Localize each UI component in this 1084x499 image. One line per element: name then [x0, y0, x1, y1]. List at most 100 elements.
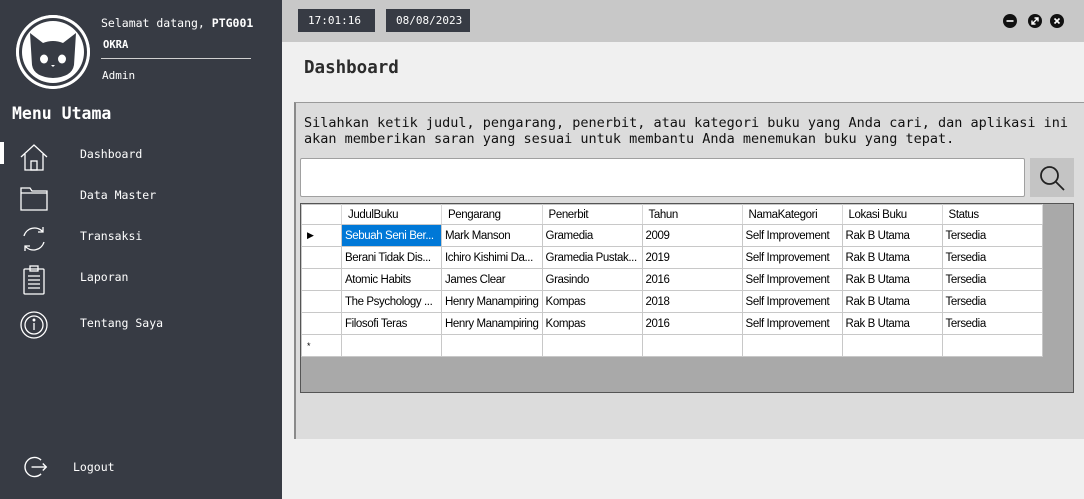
table-cell[interactable] [341, 334, 442, 357]
column-header[interactable]: Penerbit [541, 204, 643, 225]
table-cell[interactable]: Grasindo [541, 268, 643, 291]
table-cell[interactable]: Henry Manampiring [441, 312, 543, 335]
sidebar-item-label: Transaksi [80, 229, 143, 243]
table-header-row: JudulBuku Pengarang Penerbit Tahun NamaK… [301, 204, 1043, 225]
home-icon [19, 142, 49, 172]
search-icon [1040, 166, 1065, 191]
table-cell[interactable]: The Psychology ... [341, 290, 442, 313]
search-instruction: Silahkan ketik judul, pengarang, penerbi… [304, 115, 1069, 147]
table-cell[interactable]: Tersedia [941, 290, 1043, 313]
table-cell[interactable]: Henry Manampiring [441, 290, 543, 313]
minimize-button[interactable] [1003, 14, 1017, 28]
sidebar-item-transaksi[interactable]: Transaksi [0, 221, 282, 255]
page-title: Dashboard [304, 58, 399, 78]
table-cell[interactable]: Kompas [541, 290, 643, 313]
table-cell[interactable] [641, 334, 743, 357]
table-cell[interactable]: Kompas [541, 312, 643, 335]
books-table: JudulBuku Pengarang Penerbit Tahun NamaK… [301, 204, 1043, 357]
sidebar: Selamat datang, PTG001 OKRA Admin Menu U… [0, 0, 282, 499]
logout-icon [22, 454, 48, 480]
table-cell[interactable]: Filosofi Teras [341, 312, 442, 335]
cat-avatar-icon [16, 15, 90, 89]
table-cell[interactable]: Gramedia [541, 224, 643, 247]
table-row[interactable]: Atomic Habits James Clear Grasindo 2016 … [301, 268, 1043, 291]
close-button[interactable] [1050, 14, 1064, 28]
column-header[interactable]: Status [941, 204, 1043, 225]
table-cell[interactable] [441, 334, 543, 357]
table-cell[interactable]: Tersedia [941, 246, 1043, 269]
close-icon [1053, 17, 1061, 25]
logout-label: Logout [73, 460, 115, 474]
new-row-marker[interactable]: * [301, 334, 342, 357]
table-row[interactable]: The Psychology ... Henry Manampiring Kom… [301, 290, 1043, 313]
table-cell[interactable] [841, 334, 943, 357]
table-cell[interactable]: Rak B Utama [841, 224, 943, 247]
table-cell[interactable]: Atomic Habits [341, 268, 442, 291]
new-row[interactable]: * [301, 334, 1043, 357]
table-cell[interactable]: Berani Tidak Dis... [341, 246, 442, 269]
table-cell[interactable]: Tersedia [941, 312, 1043, 335]
clock-time: 17:01:16 [298, 9, 375, 32]
user-role: Admin [102, 69, 136, 82]
table-cell[interactable]: Self Improvement [741, 290, 843, 313]
table-cell[interactable]: Mark Manson [441, 224, 543, 247]
column-header[interactable]: JudulBuku [341, 204, 442, 225]
maximize-icon [1031, 17, 1039, 25]
sidebar-item-label: Laporan [80, 270, 129, 284]
table-cell[interactable]: 2019 [641, 246, 743, 269]
column-header[interactable]: NamaKategori [741, 204, 843, 225]
table-cell[interactable]: 2018 [641, 290, 743, 313]
table-cell[interactable]: James Clear [441, 268, 543, 291]
row-header[interactable] [301, 246, 342, 269]
table-cell[interactable]: Rak B Utama [841, 268, 943, 291]
table-row[interactable]: ▶ Sebuah Seni Ber... Mark Manson Gramedi… [301, 224, 1043, 247]
table-cell[interactable] [741, 334, 843, 357]
table-cell[interactable] [541, 334, 643, 357]
sidebar-item-laporan[interactable]: Laporan [0, 262, 282, 296]
table-cell[interactable]: 2016 [641, 268, 743, 291]
table-cell[interactable]: 2016 [641, 312, 743, 335]
books-grid[interactable]: JudulBuku Pengarang Penerbit Tahun NamaK… [300, 203, 1074, 393]
topbar: 17:01:16 08/08/2023 [282, 0, 1084, 42]
table-cell[interactable]: 2009 [641, 224, 743, 247]
sidebar-item-dashboard[interactable]: Dashboard [0, 139, 282, 173]
avatar [16, 15, 90, 89]
table-row[interactable]: Berani Tidak Dis... Ichiro Kishimi Da...… [301, 246, 1043, 269]
column-header[interactable]: Pengarang [441, 204, 543, 225]
search-input[interactable] [300, 158, 1025, 197]
clipboard-icon [19, 265, 49, 295]
column-header[interactable]: Lokasi Buku [841, 204, 943, 225]
logout-button[interactable]: Logout [0, 452, 282, 486]
table-row[interactable]: Filosofi Teras Henry Manampiring Kompas … [301, 312, 1043, 335]
table-cell[interactable]: Ichiro Kishimi Da... [441, 246, 543, 269]
sidebar-item-tentang-saya[interactable]: Tentang Saya [0, 307, 282, 341]
user-name: OKRA [103, 39, 129, 51]
current-row-marker[interactable]: ▶ [301, 224, 342, 247]
table-cell[interactable]: Self Improvement [741, 224, 843, 247]
menu-title: Menu Utama [12, 104, 112, 123]
header-corner [301, 204, 342, 225]
row-header[interactable] [301, 290, 342, 313]
table-cell[interactable]: Self Improvement [741, 246, 843, 269]
welcome-text: Selamat datang, PTG001 [101, 16, 253, 30]
table-cell[interactable]: Sebuah Seni Ber... [341, 224, 442, 247]
table-cell[interactable]: Self Improvement [741, 268, 843, 291]
sidebar-item-label: Dashboard [80, 147, 143, 161]
column-header[interactable]: Tahun [641, 204, 743, 225]
search-panel: Silahkan ketik judul, pengarang, penerbi… [294, 102, 1084, 439]
table-cell[interactable]: Rak B Utama [841, 312, 943, 335]
sidebar-item-data-master[interactable]: Data Master [0, 180, 282, 214]
table-cell[interactable]: Rak B Utama [841, 246, 943, 269]
table-cell[interactable]: Rak B Utama [841, 290, 943, 313]
row-header[interactable] [301, 268, 342, 291]
sidebar-item-label: Tentang Saya [80, 316, 164, 330]
folder-icon [19, 183, 49, 213]
maximize-button[interactable] [1028, 14, 1042, 28]
table-cell[interactable]: Tersedia [941, 224, 1043, 247]
table-cell[interactable]: Self Improvement [741, 312, 843, 335]
table-cell[interactable] [941, 334, 1043, 357]
table-cell[interactable]: Tersedia [941, 268, 1043, 291]
search-button[interactable] [1030, 158, 1074, 197]
table-cell[interactable]: Gramedia Pustak... [541, 246, 643, 269]
row-header[interactable] [301, 312, 342, 335]
